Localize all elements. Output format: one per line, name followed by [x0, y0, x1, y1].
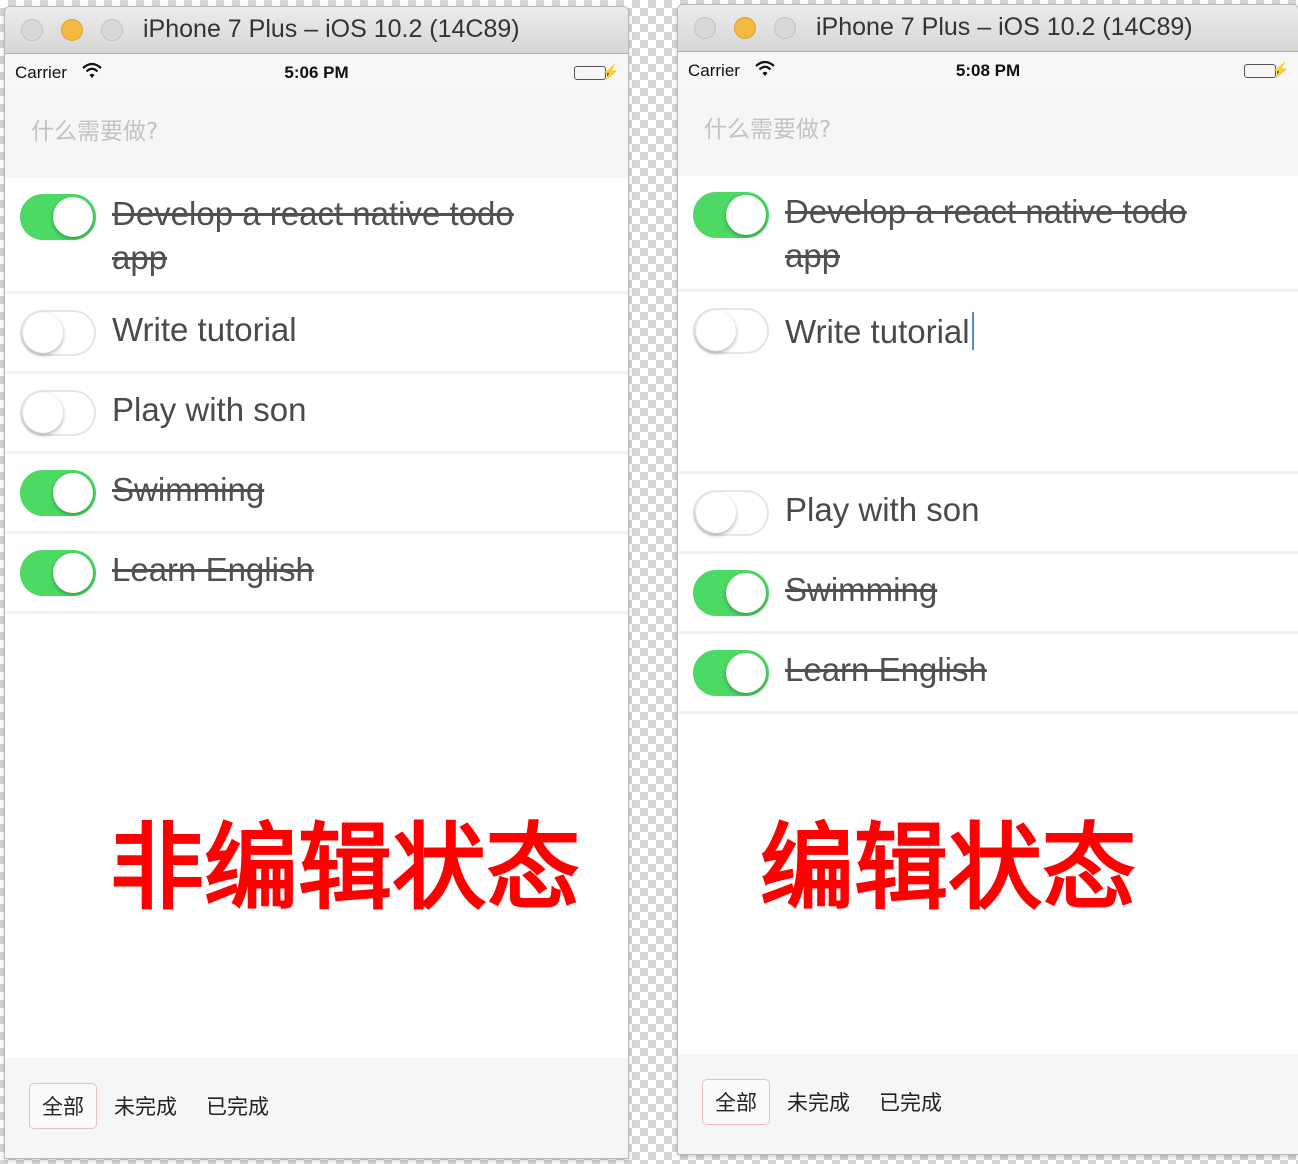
- status-time: 5:06 PM: [284, 63, 349, 82]
- toggle-knob: [53, 197, 93, 237]
- new-todo-bar: [678, 88, 1298, 176]
- toggle-knob: [726, 573, 766, 613]
- phone-screen: Carrier 5:08 PM ⚡ Develop a react native…: [678, 52, 1298, 1154]
- todo-item[interactable]: Develop a react native todo app: [678, 176, 1298, 292]
- filter-completed-button[interactable]: 已完成: [193, 1083, 282, 1129]
- state-caption: 非编辑状态: [110, 814, 581, 923]
- todo-text[interactable]: Write tutorial: [785, 310, 1232, 354]
- phone-screen: Carrier 5:06 PM ⚡ Develop a react native…: [5, 54, 628, 1158]
- todo-item[interactable]: Play with son: [5, 374, 628, 454]
- todo-complete-toggle[interactable]: [20, 470, 96, 516]
- window-title: iPhone 7 Plus – iOS 10.2 (14C89): [143, 15, 520, 43]
- todo-text[interactable]: Play with son: [785, 488, 1232, 532]
- filter-completed-button[interactable]: 已完成: [866, 1079, 955, 1125]
- new-todo-input[interactable]: [702, 116, 1264, 144]
- state-caption: 编辑状态: [760, 814, 1137, 923]
- todo-text[interactable]: Develop a react native todo app: [785, 190, 1232, 278]
- status-time: 5:08 PM: [955, 61, 1021, 80]
- charging-bolt-icon: ⚡: [601, 64, 620, 81]
- window-title: iPhone 7 Plus – iOS 10.2 (14C89): [816, 13, 1193, 41]
- todo-item[interactable]: Swimming: [678, 554, 1298, 634]
- todo-item[interactable]: Learn English: [5, 534, 628, 614]
- minimize-window-button[interactable]: [734, 17, 756, 39]
- toggle-knob: [696, 493, 736, 533]
- simulator-window-left: iPhone 7 Plus – iOS 10.2 (14C89) Carrier…: [5, 7, 628, 1158]
- todo-text[interactable]: Swimming: [785, 568, 1232, 612]
- todo-text[interactable]: Learn English: [112, 548, 562, 592]
- todo-text[interactable]: Write tutorial: [112, 308, 562, 352]
- text-cursor: [971, 312, 974, 350]
- todo-item[interactable]: Play with son: [678, 474, 1298, 554]
- window-titlebar: iPhone 7 Plus – iOS 10.2 (14C89): [5, 7, 628, 54]
- todo-item[interactable]: Learn English: [678, 634, 1298, 714]
- todo-complete-toggle[interactable]: [693, 308, 769, 354]
- todo-complete-toggle[interactable]: [20, 550, 96, 596]
- close-window-button[interactable]: [694, 17, 716, 39]
- toggle-knob: [23, 313, 63, 353]
- todo-item[interactable]: Write tutorial: [678, 292, 1298, 474]
- todo-text[interactable]: Learn English: [785, 648, 1232, 692]
- charging-bolt-icon: ⚡: [1271, 62, 1290, 79]
- todo-item[interactable]: Swimming: [5, 454, 628, 534]
- toggle-knob: [53, 473, 93, 513]
- zoom-window-button[interactable]: [774, 17, 796, 39]
- minimize-window-button[interactable]: [61, 19, 83, 41]
- todo-item[interactable]: Write tutorial: [5, 294, 628, 374]
- todo-complete-toggle[interactable]: [20, 310, 96, 356]
- close-window-button[interactable]: [21, 19, 43, 41]
- toggle-knob: [53, 553, 93, 593]
- filter-all-button[interactable]: 全部: [702, 1079, 770, 1125]
- toggle-knob: [23, 393, 63, 433]
- toggle-knob: [726, 653, 766, 693]
- filter-bar: 全部 未完成 已完成: [5, 1058, 628, 1158]
- todo-text[interactable]: Swimming: [112, 468, 562, 512]
- todo-item[interactable]: Develop a react native todo app: [5, 178, 628, 294]
- todo-complete-toggle[interactable]: [20, 194, 96, 240]
- todo-text[interactable]: Develop a react native todo app: [112, 192, 562, 280]
- filter-bar: 全部 未完成 已完成: [678, 1054, 1298, 1154]
- todo-complete-toggle[interactable]: [20, 390, 96, 436]
- simulator-window-right: iPhone 7 Plus – iOS 10.2 (14C89) Carrier…: [678, 5, 1298, 1154]
- toggle-knob: [696, 311, 736, 351]
- zoom-window-button[interactable]: [101, 19, 123, 41]
- todo-text[interactable]: Play with son: [112, 388, 562, 432]
- status-bar: Carrier 5:06 PM ⚡: [5, 54, 628, 90]
- new-todo-input[interactable]: [29, 118, 594, 146]
- todo-complete-toggle[interactable]: [693, 650, 769, 696]
- status-bar: Carrier 5:08 PM ⚡: [678, 52, 1298, 88]
- filter-all-button[interactable]: 全部: [29, 1083, 97, 1129]
- todo-complete-toggle[interactable]: [693, 570, 769, 616]
- toggle-knob: [726, 195, 766, 235]
- filter-active-button[interactable]: 未完成: [774, 1079, 863, 1125]
- window-titlebar: iPhone 7 Plus – iOS 10.2 (14C89): [678, 5, 1298, 52]
- todo-complete-toggle[interactable]: [693, 490, 769, 536]
- todo-complete-toggle[interactable]: [693, 192, 769, 238]
- filter-active-button[interactable]: 未完成: [101, 1083, 190, 1129]
- new-todo-bar: [5, 90, 628, 178]
